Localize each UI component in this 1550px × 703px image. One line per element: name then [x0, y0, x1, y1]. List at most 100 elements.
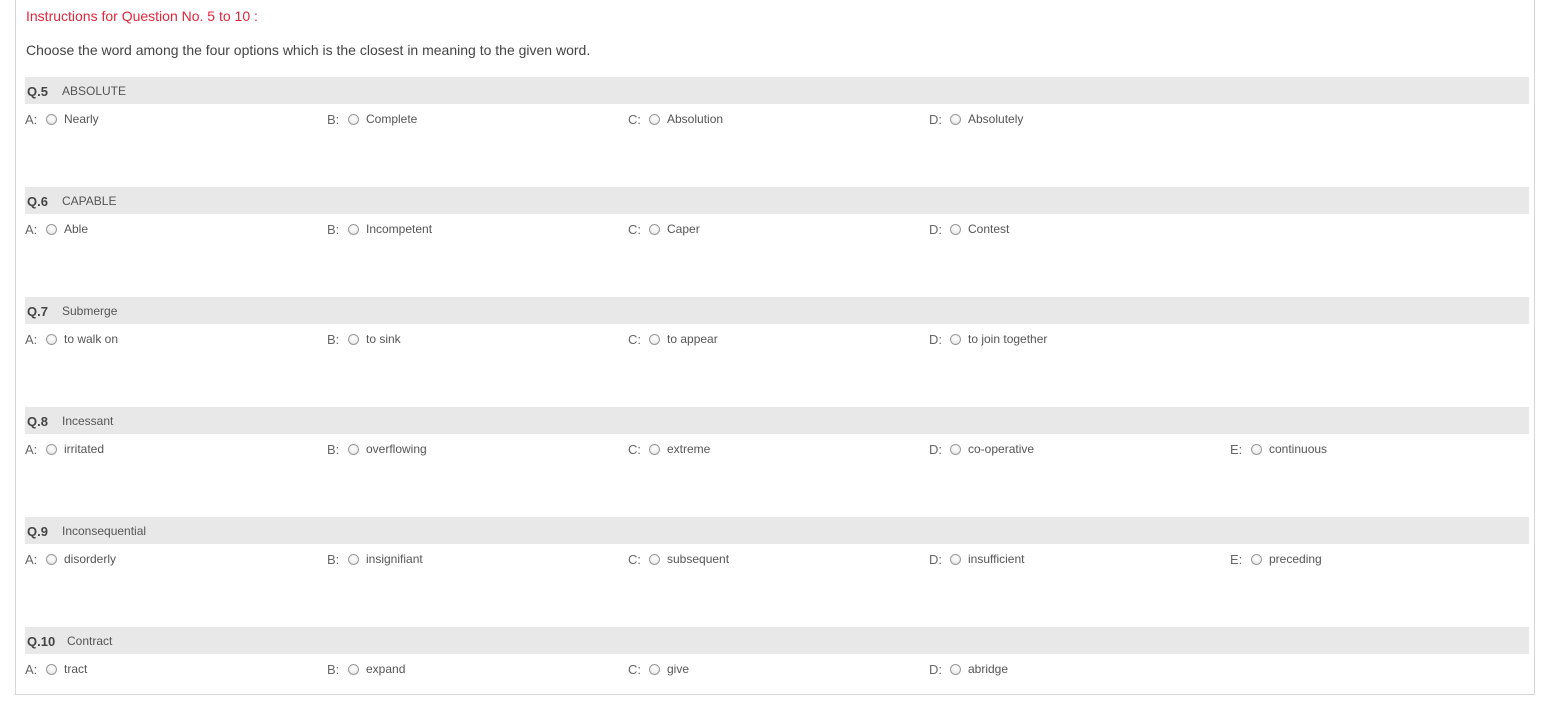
option-label: disorderly — [64, 552, 117, 566]
option-label: extreme — [667, 442, 711, 456]
option-letter: A: — [25, 221, 38, 237]
option-label: co-operative — [968, 442, 1035, 456]
question-header: Q.7 Submerge — [25, 297, 1529, 324]
option-label: abridge — [968, 662, 1009, 676]
option-label: to join together — [968, 332, 1048, 346]
answer-option[interactable]: D: co-operative — [929, 441, 1034, 457]
answer-option[interactable]: C: Caper — [628, 221, 700, 237]
option-label: to appear — [667, 332, 718, 346]
option-letter: C: — [628, 221, 641, 237]
option-radio[interactable] — [950, 113, 961, 125]
option-radio[interactable] — [950, 443, 961, 455]
question-header: Q.8 Incessant — [25, 407, 1529, 434]
option-radio[interactable] — [348, 333, 359, 345]
option-letter: A: — [25, 551, 38, 567]
option-label: Incompetent — [366, 222, 433, 236]
question-header: Q.10 Contract — [25, 627, 1529, 654]
option-radio[interactable] — [46, 223, 57, 235]
answer-option[interactable]: D: insufficient — [929, 551, 1024, 567]
option-label: Nearly — [64, 112, 99, 126]
instructions-title: Instructions for Question No. 5 to 10 : — [26, 8, 258, 24]
question-block: Q.5 ABSOLUTE A: Nearly B: Complete C: Absolutio… — [25, 77, 1529, 177]
question-word: Submerge — [62, 304, 118, 318]
question-header: Q.5 ABSOLUTE — [25, 77, 1529, 104]
option-radio[interactable] — [348, 663, 359, 675]
option-label: continuous — [1269, 442, 1328, 456]
answer-option[interactable]: A: tract — [25, 661, 87, 677]
answer-option[interactable]: C: to appear — [628, 331, 718, 347]
option-letter: D: — [929, 661, 942, 677]
option-letter: B: — [327, 111, 340, 127]
answer-option[interactable]: A: Nearly — [25, 111, 99, 127]
answer-option[interactable]: B: Incompetent — [327, 221, 432, 237]
answer-option[interactable]: C: extreme — [628, 441, 710, 457]
answer-option[interactable]: B: Complete — [327, 111, 417, 127]
answer-option[interactable]: B: insignifiant — [327, 551, 423, 567]
option-letter: D: — [929, 551, 942, 567]
question-word: ABSOLUTE — [62, 84, 127, 98]
option-letter: C: — [628, 331, 641, 347]
question-block: Q.8 Incessant A: irritated B: overflowing C: ex… — [25, 407, 1529, 507]
question-number: Q.5 — [27, 84, 48, 99]
question-block: Q.9 Inconsequential A: disorderly B: insignif… — [25, 517, 1529, 617]
answer-option[interactable]: C: give — [628, 661, 689, 677]
option-letter: C: — [628, 441, 641, 457]
option-radio[interactable] — [1251, 553, 1262, 565]
option-label: tract — [64, 662, 88, 676]
answer-option[interactable]: E: continuous — [1230, 441, 1327, 457]
answer-option[interactable]: A: irritated — [25, 441, 104, 457]
option-radio[interactable] — [46, 333, 57, 345]
option-radio[interactable] — [348, 443, 359, 455]
option-label: Contest — [968, 222, 1010, 236]
option-letter: D: — [929, 331, 942, 347]
answer-option[interactable]: C: subsequent — [628, 551, 729, 567]
answer-option[interactable]: D: abridge — [929, 661, 1008, 677]
option-radio[interactable] — [348, 553, 359, 565]
answer-option[interactable]: A: to walk on — [25, 331, 118, 347]
option-label: Absolution — [667, 112, 724, 126]
option-letter: D: — [929, 221, 942, 237]
option-radio[interactable] — [46, 553, 57, 565]
answer-option[interactable]: B: overflowing — [327, 441, 427, 457]
option-radio[interactable] — [348, 223, 359, 235]
answer-option[interactable]: D: Absolutely — [929, 111, 1023, 127]
question-number: Q.9 — [27, 524, 48, 539]
option-radio[interactable] — [649, 663, 660, 675]
option-label: insignifiant — [366, 552, 423, 566]
option-label: expand — [366, 662, 406, 676]
option-radio[interactable] — [1251, 443, 1262, 455]
answer-option[interactable]: B: to sink — [327, 331, 401, 347]
option-radio[interactable] — [46, 663, 57, 675]
option-radio[interactable] — [649, 113, 660, 125]
option-radio[interactable] — [950, 553, 961, 565]
question-number: Q.8 — [27, 414, 48, 429]
option-letter: A: — [25, 111, 38, 127]
option-radio[interactable] — [649, 553, 660, 565]
answer-option[interactable]: A: disorderly — [25, 551, 116, 567]
answer-option[interactable]: A: Able — [25, 221, 88, 237]
option-radio[interactable] — [950, 663, 961, 675]
option-radio[interactable] — [649, 333, 660, 345]
option-label: insufficient — [968, 552, 1025, 566]
option-label: give — [667, 662, 690, 676]
option-label: Complete — [366, 112, 418, 126]
option-radio[interactable] — [46, 443, 57, 455]
answer-option[interactable]: E: preceding — [1230, 551, 1322, 567]
question-block: Q.6 CAPABLE A: Able B: Incompetent C: Caper D: Co… — [25, 187, 1529, 287]
option-radio[interactable] — [649, 443, 660, 455]
option-radio[interactable] — [649, 223, 660, 235]
option-radio[interactable] — [348, 113, 359, 125]
option-radio[interactable] — [950, 333, 961, 345]
answer-option[interactable]: D: Contest — [929, 221, 1009, 237]
answer-option[interactable]: C: Absolution — [628, 111, 723, 127]
instructions-text: Choose the word among the four options w… — [26, 42, 591, 58]
question-number: Q.10 — [27, 634, 56, 649]
question-word: Contract — [67, 634, 113, 648]
option-radio[interactable] — [46, 113, 57, 125]
option-radio[interactable] — [950, 223, 961, 235]
answer-option[interactable]: D: to join together — [929, 331, 1047, 347]
option-letter: B: — [327, 441, 340, 457]
question-number: Q.6 — [27, 194, 48, 209]
answer-option[interactable]: B: expand — [327, 661, 405, 677]
question-block: Q.10 Contract A: tract B: expand C: give D: abrid… — [25, 627, 1529, 703]
